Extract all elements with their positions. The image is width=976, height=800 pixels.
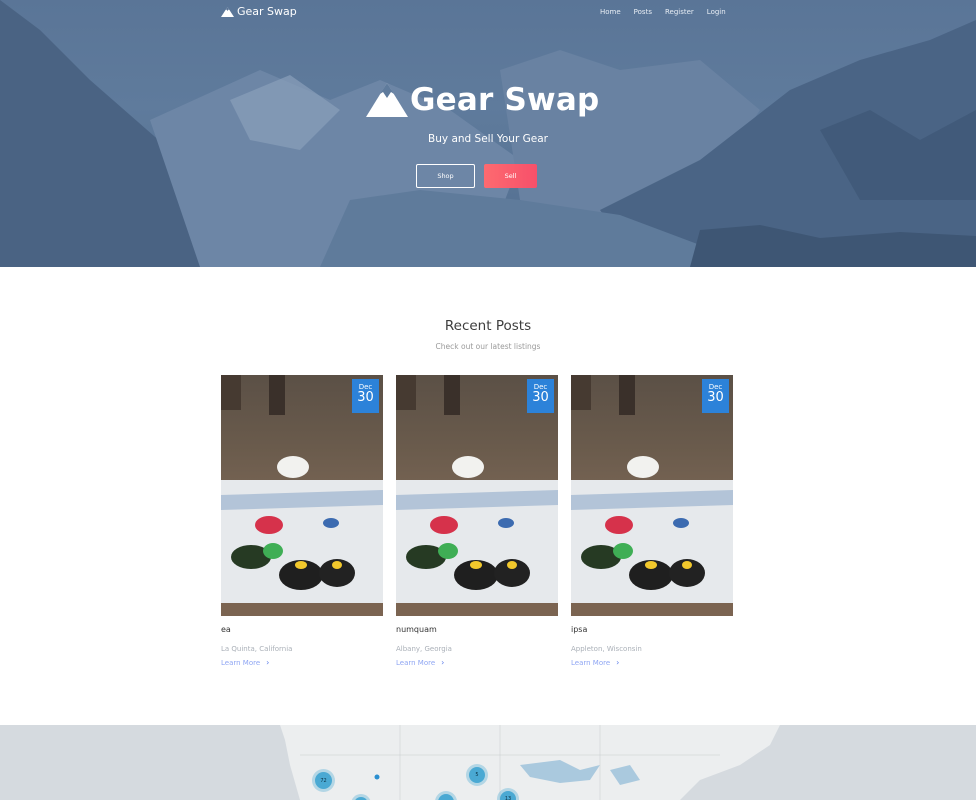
chevron-right-icon: › <box>616 658 620 667</box>
learn-more-link[interactable]: Learn More › <box>571 658 733 667</box>
date-badge: Dec 30 <box>527 379 554 413</box>
post-title[interactable]: numquam <box>396 625 558 634</box>
post-title[interactable]: ea <box>221 625 383 634</box>
learn-more-link[interactable]: Learn More › <box>396 658 558 667</box>
map-cluster-marker[interactable]: 13 <box>500 791 516 800</box>
post-location: Albany, Georgia <box>396 645 452 653</box>
nav-register-link[interactable]: Register <box>665 8 694 16</box>
date-badge: Dec 30 <box>352 379 379 413</box>
nav-brand[interactable]: Gear Swap <box>221 5 297 18</box>
post-location: Appleton, Wisconsin <box>571 645 642 653</box>
post-card[interactable]: Dec 30 numquam Albany, Georgia Learn Mor… <box>396 375 558 667</box>
date-day: 30 <box>532 390 549 405</box>
shop-button[interactable]: Shop <box>416 164 475 188</box>
map-cluster-marker[interactable]: 72 <box>315 772 332 789</box>
brand-label: Gear Swap <box>237 5 297 18</box>
sell-button[interactable]: Sell <box>484 164 537 188</box>
nav-home-link[interactable]: Home <box>600 8 621 16</box>
hero-title: Gear Swap <box>366 82 599 118</box>
recent-posts-subtitle: Check out our latest listings <box>435 342 541 351</box>
listings-map[interactable]: 72 5 13 <box>0 725 976 800</box>
learn-more-label: Learn More <box>571 658 611 667</box>
recent-posts-title: Recent Posts <box>444 318 532 334</box>
post-title[interactable]: ipsa <box>571 625 733 634</box>
learn-more-label: Learn More <box>396 658 436 667</box>
mountain-logo-icon <box>366 83 408 117</box>
hero-banner: Gear Swap Home Posts Register Login Gear… <box>0 0 976 267</box>
chevron-right-icon: › <box>441 658 445 667</box>
nav-posts-link[interactable]: Posts <box>634 8 652 16</box>
date-day: 30 <box>357 390 374 405</box>
post-card[interactable]: Dec 30 ea La Quinta, California Learn Mo… <box>221 375 383 667</box>
post-image[interactable]: Dec 30 <box>221 375 383 616</box>
nav-links: Home Posts Register Login <box>600 8 726 16</box>
post-image[interactable]: Dec 30 <box>396 375 558 616</box>
map-cluster-marker[interactable]: 5 <box>469 767 485 783</box>
post-card[interactable]: Dec 30 ipsa Appleton, Wisconsin Learn Mo… <box>571 375 733 667</box>
map-background <box>280 725 780 800</box>
learn-more-link[interactable]: Learn More › <box>221 658 383 667</box>
hero-subtitle: Buy and Sell Your Gear <box>428 133 548 145</box>
date-badge: Dec 30 <box>702 379 729 413</box>
nav-login-link[interactable]: Login <box>707 8 726 16</box>
chevron-right-icon: › <box>266 658 270 667</box>
post-image[interactable]: Dec 30 <box>571 375 733 616</box>
learn-more-label: Learn More <box>221 658 261 667</box>
mountain-logo-icon <box>221 6 234 17</box>
hero-title-text: Gear Swap <box>410 82 600 118</box>
post-location: La Quinta, California <box>221 645 293 653</box>
date-day: 30 <box>707 390 724 405</box>
